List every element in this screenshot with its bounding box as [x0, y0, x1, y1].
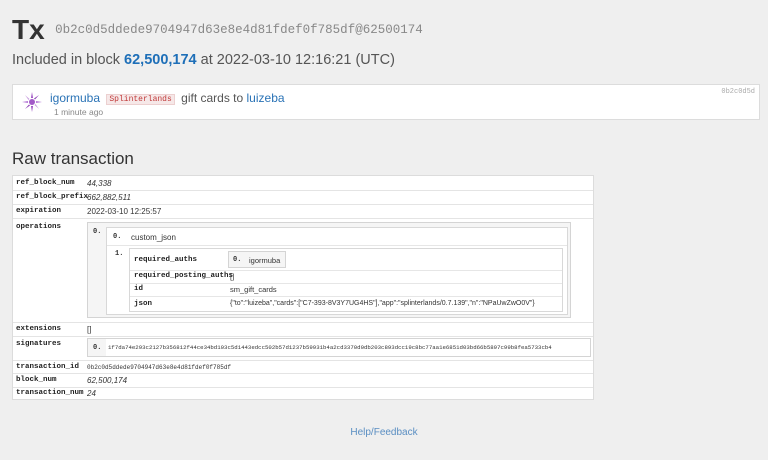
tx-hash: 0b2c0d5ddede9704947d63e8e4d81fdef0f785df… — [55, 23, 423, 37]
field-key: operations — [16, 223, 62, 231]
array-index: 0. — [93, 344, 102, 352]
operation-card: igormuba Splinterlands gift cards to lui… — [12, 84, 760, 120]
required-auths-list: 0. igormuba — [228, 251, 286, 268]
app-badge: Splinterlands — [106, 94, 175, 105]
op-field-row: required_auths 0. igormuba — [130, 249, 562, 271]
operation-action: gift cards to — [181, 91, 244, 105]
field-value: 62,500,174 — [87, 376, 128, 385]
block-link[interactable]: 62,500,174 — [124, 52, 197, 68]
json-value: {"to":"luizeba","cards":["C7-393-8V3Y7UG… — [230, 300, 535, 307]
array-index: 1. — [115, 250, 124, 258]
field-key: ref_block_num — [16, 179, 75, 187]
field-value: [] — [87, 325, 92, 334]
table-row: expiration 2022-03-10 12:25:57 — [13, 204, 593, 219]
user-link[interactable]: igormuba — [50, 91, 100, 105]
operation-summary: igormuba Splinterlands gift cards to lui… — [50, 91, 285, 105]
operation-box: 0. 0. custom_json 1. required_auths 0. i… — [87, 222, 571, 318]
table-row: transaction_id 0b2c0d5ddede9704947d63e8e… — [13, 360, 593, 374]
required-auth-account: igormuba — [249, 256, 281, 265]
footer: Help/Feedback — [0, 427, 768, 438]
field-key: extensions — [16, 325, 62, 333]
op-field-row: json {"to":"luizeba","cards":["C7-393-8V… — [130, 296, 562, 312]
field-key: expiration — [16, 207, 62, 215]
op-field-row: id sm_gift_cards — [130, 283, 562, 297]
field-value: 0b2c0d5ddede9704947d63e8e4d81fdef0f785df — [87, 364, 232, 371]
signature-box: 0. 1f7da74e293c2127b356812f44ce34bd103c5… — [87, 338, 591, 357]
field-key: block_num — [16, 376, 57, 384]
operation-content: 0. custom_json 1. required_auths 0. igor… — [106, 227, 568, 315]
signature-value: 1f7da74e293c2127b356812f44ce34bd103c5d14… — [108, 344, 552, 351]
signature-content: 1f7da74e293c2127b356812f44ce34bd103c5d14… — [106, 339, 590, 356]
help-feedback-link[interactable]: Help/Feedback — [350, 427, 417, 438]
array-index: 0. — [233, 256, 242, 264]
field-value: 662,882,511 — [87, 193, 131, 202]
operation-time: 1 minute ago — [54, 107, 104, 117]
user-avatar-icon[interactable] — [20, 90, 44, 114]
included-prefix: Included in block — [12, 52, 121, 68]
table-row: ref_block_num 44,338 — [13, 176, 593, 191]
table-row-signatures: signatures 0. 1f7da74e293c2127b356812f44… — [13, 336, 593, 361]
table-row: extensions [] — [13, 322, 593, 337]
field-value: sm_gift_cards — [230, 285, 277, 294]
field-key: id — [134, 285, 144, 293]
field-key: required_auths — [134, 256, 198, 264]
table-row-operations: operations 0. 0. custom_json 1. required… — [13, 218, 593, 323]
array-index: 0. — [113, 233, 122, 241]
page-title: Tx 0b2c0d5ddede9704947d63e8e4d81fdef0f78… — [12, 14, 423, 46]
field-key: json — [134, 300, 153, 308]
field-key: signatures — [16, 340, 62, 348]
field-value: 2022-03-10 12:25:57 — [87, 207, 162, 216]
title-label: Tx — [12, 14, 45, 45]
field-value: 44,338 — [87, 179, 112, 188]
op-type-row: 0. custom_json — [107, 228, 567, 246]
operation-body: required_auths 0. igormuba required_post… — [129, 248, 563, 312]
table-row: ref_block_prefix 662,882,511 — [13, 190, 593, 205]
field-key: ref_block_prefix — [16, 193, 89, 201]
op-field-row: required_posting_auths [] — [130, 270, 562, 284]
field-value: [] — [230, 272, 235, 281]
array-index: 0. — [93, 228, 102, 236]
table-row: block_num 62,500,174 — [13, 373, 593, 388]
included-line: Included in block 62,500,174 at 2022-03-… — [12, 52, 395, 68]
recipient-link[interactable]: luizeba — [247, 91, 285, 105]
field-key: transaction_id — [16, 363, 80, 371]
raw-transaction-heading: Raw transaction — [12, 149, 134, 168]
short-hash: 0b2c0d5d — [721, 88, 755, 96]
table-row: transaction_num 24 — [13, 387, 593, 400]
operation-type: custom_json — [131, 233, 176, 242]
raw-transaction-table: ref_block_num 44,338 ref_block_prefix 66… — [12, 175, 594, 400]
field-key: required_posting_auths — [134, 272, 234, 280]
included-time: at 2022-03-10 12:16:21 (UTC) — [200, 52, 395, 68]
field-key: transaction_num — [16, 389, 84, 397]
field-value: 24 — [87, 389, 96, 398]
